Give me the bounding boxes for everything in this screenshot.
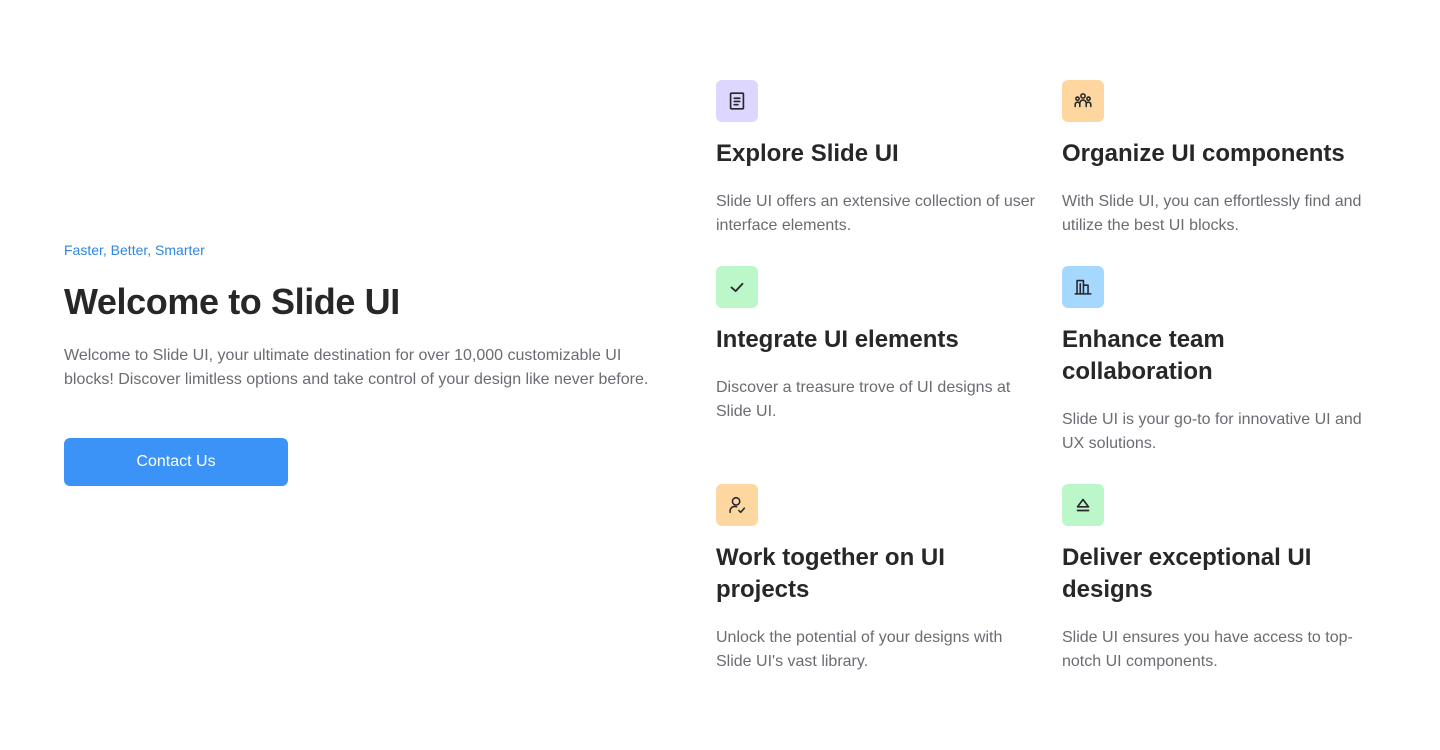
- feature-icon-box: [1062, 80, 1104, 122]
- check-icon: [730, 282, 744, 293]
- feature-title: Enhance team collaboration: [1062, 326, 1225, 385]
- feature-card-organize: Organize UI components With Slide UI, yo…: [1062, 80, 1382, 238]
- feature-icon-box: [716, 484, 758, 526]
- hero-title: Welcome to Slide UI: [64, 281, 400, 322]
- feature-description: Slide UI ensures you have access to top-…: [1062, 629, 1353, 670]
- hero-section: Faster, Better, Smarter Welcome to Slide…: [64, 240, 664, 486]
- feature-description: Discover a treasure trove of UI designs …: [716, 379, 1011, 420]
- feature-title: Explore Slide UI: [716, 140, 899, 167]
- feature-title: Deliver exceptional UI designs: [1062, 544, 1312, 603]
- feature-card-explore: Explore Slide UI Slide UI offers an exte…: [716, 80, 1036, 238]
- feature-card-integrate: Integrate UI elements Discover a treasur…: [716, 266, 1036, 424]
- document-icon: [729, 92, 745, 110]
- feature-icon-box: [1062, 484, 1104, 526]
- feature-icon-box: [716, 80, 758, 122]
- hero-eyebrow: Faster, Better, Smarter: [64, 242, 205, 258]
- eject-icon: [1076, 498, 1090, 512]
- feature-title: Organize UI components: [1062, 140, 1345, 167]
- user-check-icon: [729, 496, 746, 514]
- feature-description: Unlock the potential of your designs wit…: [716, 629, 1003, 670]
- hero-description: Welcome to Slide UI, your ultimate desti…: [64, 347, 649, 388]
- feature-title: Integrate UI elements: [716, 326, 959, 353]
- feature-icon-box: [1062, 266, 1104, 308]
- feature-card-work-together: Work together on UI projects Unlock the …: [716, 484, 1036, 674]
- feature-title: Work together on UI projects: [716, 544, 945, 603]
- feature-description: Slide UI is your go-to for innovative UI…: [1062, 411, 1362, 452]
- feature-description: Slide UI offers an extensive collection …: [716, 193, 1035, 234]
- feature-card-collaboration: Enhance team collaboration Slide UI is y…: [1062, 266, 1382, 456]
- building-icon: [1074, 279, 1092, 295]
- feature-description: With Slide UI, you can effortlessly find…: [1062, 193, 1362, 234]
- feature-icon-box: [716, 266, 758, 308]
- contact-us-button[interactable]: Contact Us: [64, 438, 288, 486]
- feature-card-deliver: Deliver exceptional UI designs Slide UI …: [1062, 484, 1382, 674]
- team-icon: [1074, 93, 1092, 108]
